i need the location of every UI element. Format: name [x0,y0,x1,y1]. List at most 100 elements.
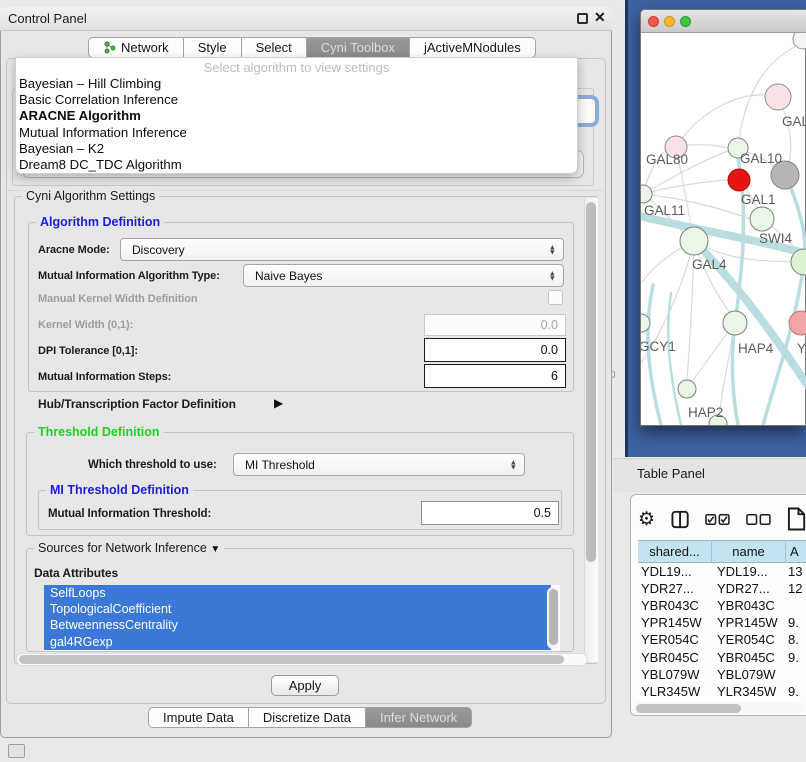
cell-shared-name: YPR145W [638,615,712,630]
control-panel-titlebar[interactable] [0,7,612,31]
attribute-list-item[interactable]: SelfLoops [44,585,551,601]
attribute-list-item[interactable]: gal4RGexp [44,634,551,650]
kernel-width-input[interactable]: 0.0 [424,314,566,336]
dropdown-item[interactable]: Basic Correlation Inference [16,92,577,108]
tab-style[interactable]: Style [184,37,242,58]
table-row[interactable]: YBL079W YBL079W [638,666,806,683]
table-row[interactable]: YER054C YER054C 8. [638,631,806,648]
data-attributes-list[interactable]: SelfLoopsTopologicalCoefficientBetweenne… [44,585,560,651]
network-node[interactable] [680,227,708,255]
column-header-name[interactable]: name [712,540,786,563]
table-row[interactable]: YDR27... YDR27... 12 [638,580,806,597]
mi-steps-input[interactable]: 6 [424,364,566,388]
settings-vertical-scrollbar-thumb[interactable] [586,202,596,562]
table-row[interactable]: YBR045C YBR045C 9. [638,648,806,665]
cyni-settings-group-title: Cyni Algorithm Settings [22,189,159,203]
tab-label: Network [121,40,169,55]
minimize-traffic-icon[interactable] [664,16,675,27]
tab-impute-data[interactable]: Impute Data [148,707,249,728]
network-edge[interactable] [668,293,681,425]
cell-value: 8. [786,632,806,647]
aracne-mode-label: Aracne Mode: [38,244,110,256]
network-node[interactable] [728,169,750,191]
network-node-label: HAP4 [738,341,774,356]
mi-type-combo[interactable]: Naive Bayes ▲▼ [243,264,564,287]
mi-steps-value: 6 [551,369,558,383]
mi-threshold-group-title: MI Threshold Definition [46,483,193,497]
tab-discretize-data[interactable]: Discretize Data [249,707,366,728]
tab-select[interactable]: Select [242,37,307,58]
dropdown-item[interactable]: Dream8 DC_TDC Algorithm [16,157,577,173]
table-row[interactable]: YLR345W YLR345W 9. [638,683,806,700]
gear-icon[interactable]: ⚙ [638,510,655,529]
table-horizontal-scrollbar-thumb[interactable] [636,704,741,713]
document-icon[interactable] [787,506,806,532]
collapsed-panel-icon[interactable] [8,744,25,758]
mi-type-label: Mutual Information Algorithm Type: [38,270,220,282]
attribute-list-item[interactable]: TopologicalCoefficient [44,601,551,617]
panel-divider-grip[interactable] [611,371,615,378]
dpi-tolerance-input[interactable]: 0.0 [424,338,566,362]
table-row[interactable]: YBR043C YBR043C [638,597,806,614]
network-edge[interactable] [648,285,661,425]
expand-arrow-icon[interactable]: ▶ [274,396,283,410]
network-edge[interactable] [687,331,729,389]
threshold-definition-title: Threshold Definition [34,425,164,439]
table-row[interactable]: YPR145W YPR145W 9. [638,614,806,631]
manual-kernel-checkbox[interactable] [548,290,563,305]
select-all-checkboxes-icon[interactable] [705,513,730,526]
close-icon[interactable]: ✕ [594,9,606,26]
cell-shared-name: YER054C [638,632,712,647]
network-node-label: GAL1 [741,192,776,207]
sources-title-text: Sources for Network Inference [38,541,207,555]
tab-jactivemnodules[interactable]: jActiveMNodules [410,37,536,58]
cell-name: YLR345W [712,684,786,699]
tab-cyni-toolbox[interactable]: Cyni Toolbox [307,37,410,58]
network-node[interactable] [678,380,696,398]
attributes-list-scrollbar-thumb[interactable] [549,589,558,645]
cell-shared-name: YBR045C [638,650,712,665]
network-node[interactable] [765,84,791,110]
table-body[interactable]: YDL19... YDL19... 13 YDR27... YDR27... 1… [638,563,806,703]
which-threshold-combo[interactable]: MI Threshold ▲▼ [233,453,525,476]
network-node-label: GAL [782,114,806,129]
control-panel-tabbar: Network Style Select Cyni Toolbox jActiv… [88,37,536,58]
cell-name: YER054C [712,632,786,647]
attribute-list-item[interactable]: BetweennessCentrality [44,617,551,633]
close-traffic-icon[interactable] [648,16,659,27]
network-node-label: GCY1 [641,339,676,354]
control-panel-title: Control Panel [8,11,87,26]
network-node[interactable] [750,207,774,231]
split-columns-icon[interactable] [671,510,689,529]
network-node[interactable] [723,311,747,335]
dropdown-item[interactable]: ARACNE Algorithm [16,108,577,124]
cell-shared-name: YBL079W [638,667,712,682]
network-canvas[interactable]: GALGAL80GAL10GAL1GAL11SWI4GAL4GCY1HAP4YH… [641,33,806,425]
deselect-all-checkboxes-icon[interactable] [746,513,771,526]
network-canvas-svg[interactable]: GALGAL80GAL10GAL1GAL11SWI4GAL4GCY1HAP4YH… [641,33,806,425]
dropdown-item[interactable]: Bayesian – K2 [16,141,577,157]
aracne-mode-combo[interactable]: Discovery ▲▼ [120,238,564,261]
network-node-label: HAP2 [688,405,723,420]
tab-infer-network[interactable]: Infer Network [366,707,472,728]
column-header-partial[interactable]: A [786,540,806,563]
apply-button[interactable]: Apply [271,675,339,696]
settings-horizontal-scrollbar-thumb[interactable] [19,655,564,664]
dropdown-item[interactable]: Mutual Information Inference [16,125,577,141]
table-header-row: shared... name A [638,540,806,563]
cell-shared-name: YBR043C [638,598,712,613]
cell-name: YDL19... [712,564,786,579]
dpi-tolerance-label: DPI Tolerance [0,1]: [38,345,138,357]
tab-network[interactable]: Network [88,37,184,58]
collapse-arrow-icon[interactable]: ▼ [210,544,220,555]
zoom-traffic-icon[interactable] [680,16,691,27]
data-attributes-label: Data Attributes [34,566,118,580]
float-window-icon[interactable] [577,13,588,24]
algorithm-dropdown[interactable]: Select algorithm to view settings Bayesi… [15,57,578,174]
dropdown-item[interactable]: Bayesian – Hill Climbing [16,76,577,92]
mi-threshold-input[interactable]: 0.5 [421,501,559,525]
network-edge[interactable] [676,95,778,147]
table-row[interactable]: YDL19... YDL19... 13 [638,563,806,580]
column-header-shared[interactable]: shared... [638,540,712,563]
network-icon [103,41,116,54]
